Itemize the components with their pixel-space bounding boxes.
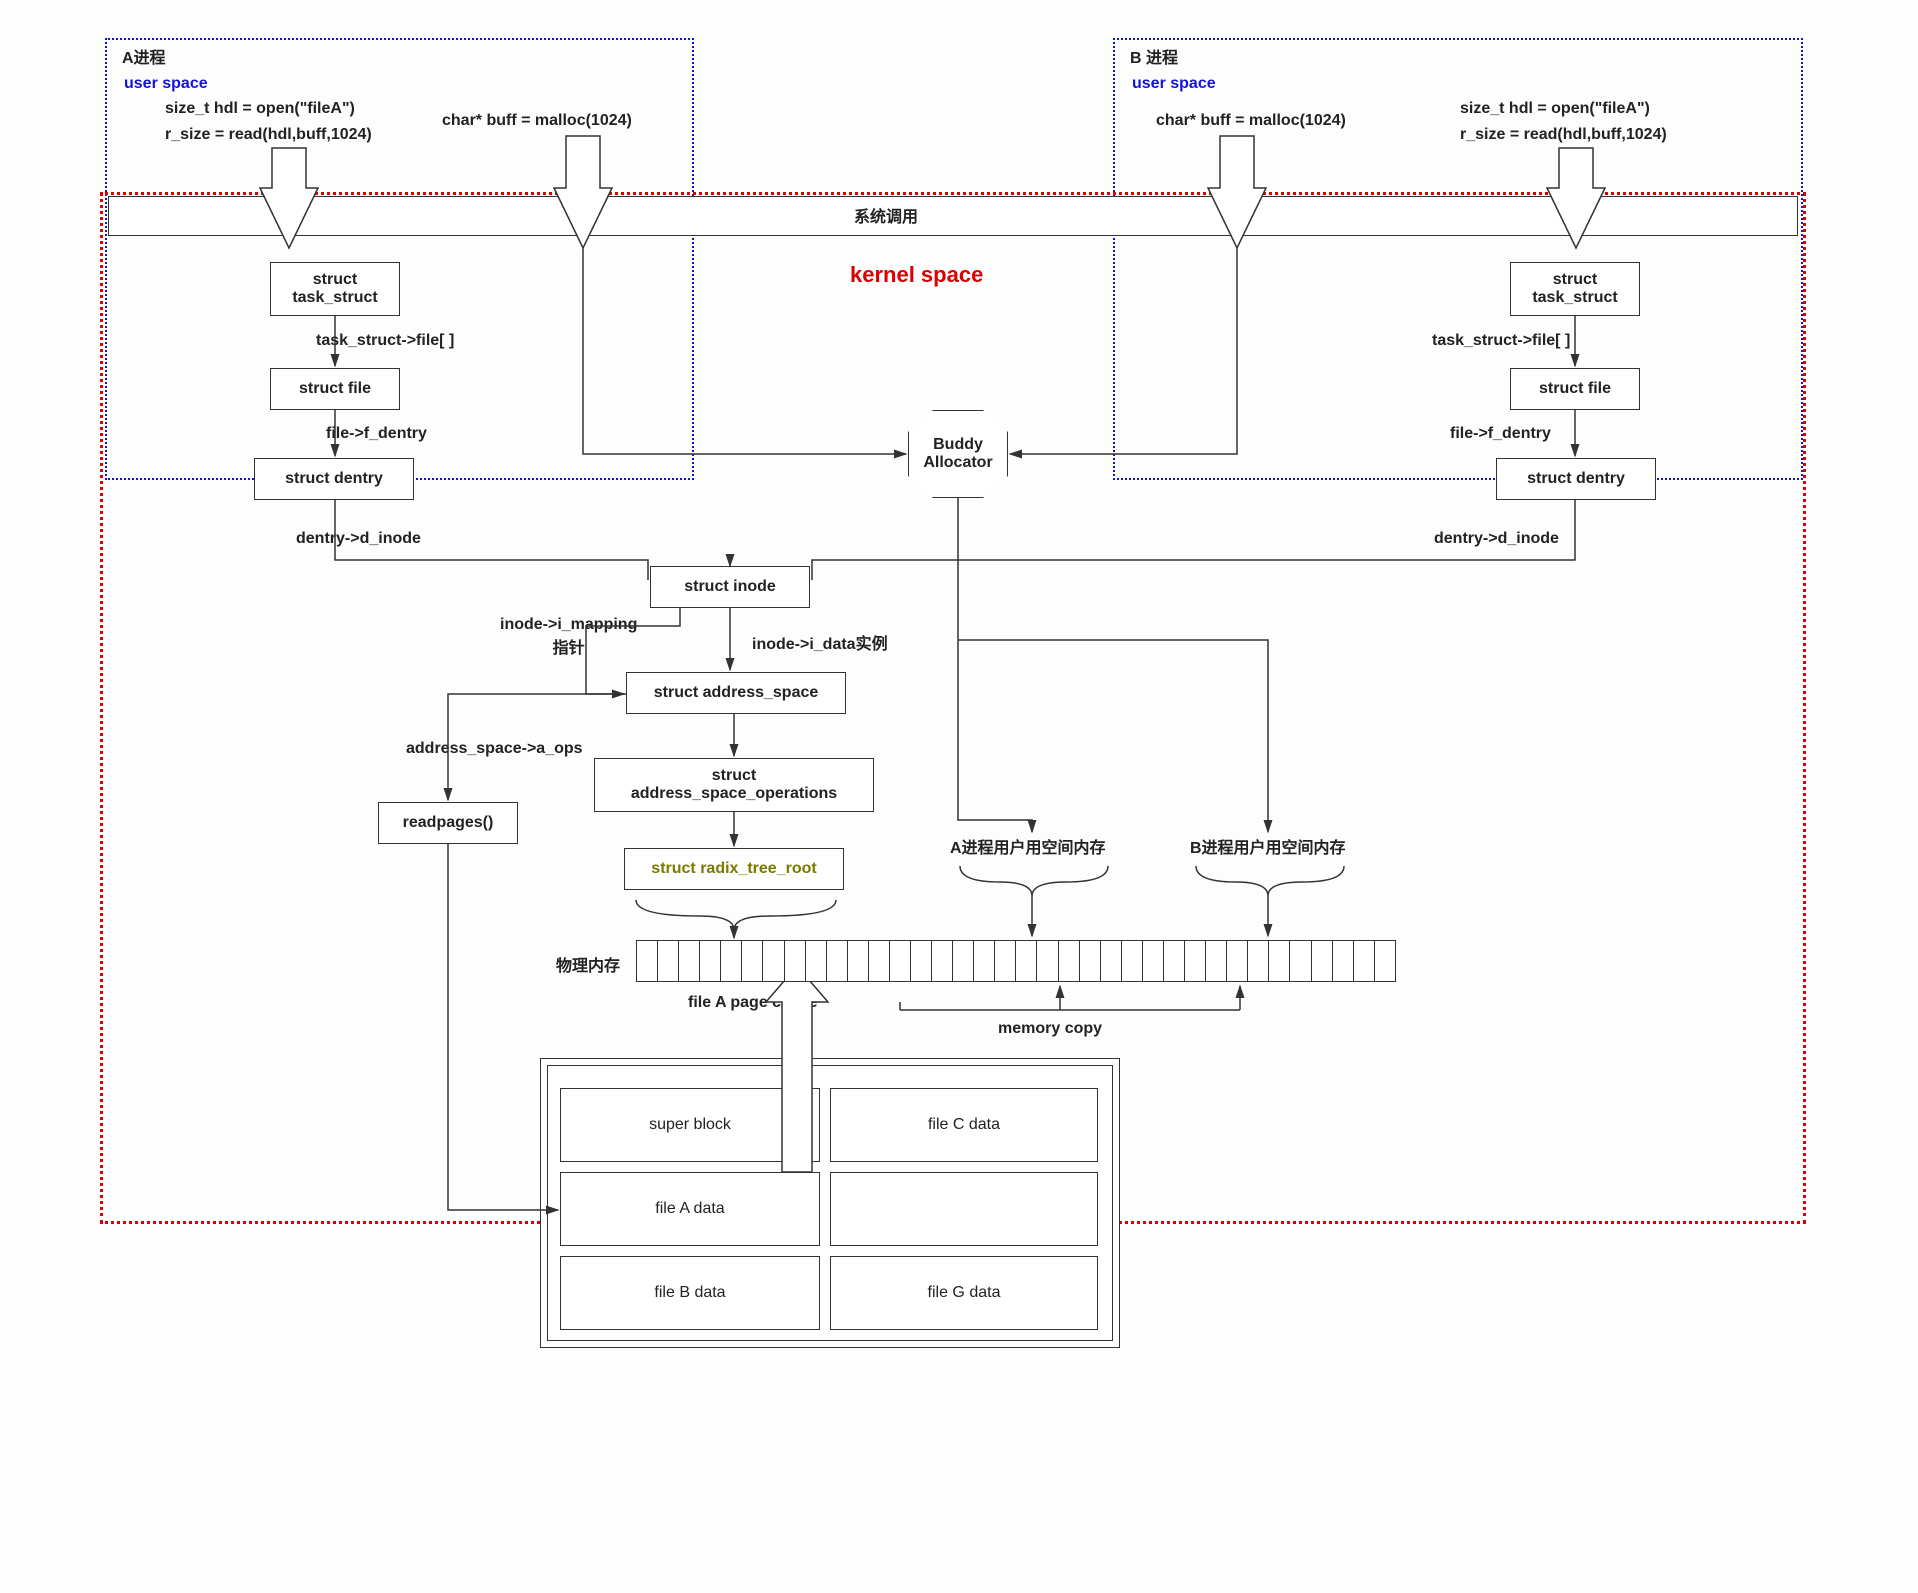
memory-cell [1312,941,1333,981]
memory-cell [700,941,721,981]
memory-cell [827,941,848,981]
memory-cell [1143,941,1164,981]
inode: struct inode [650,566,810,608]
process-a-title: A进程 [122,44,166,68]
a-task-struct: struct task_struct [270,262,400,316]
memory-cell [1206,941,1227,981]
disk-fileG: file G data [830,1256,1098,1330]
a-ops-label: address_space->a_ops [406,740,583,758]
procB-mem-label: B进程用户用空间内存 [1190,834,1346,858]
a-task-to-file: task_struct->file[ ] [316,332,454,350]
process-b-malloc: char* buff = malloc(1024) [1156,112,1346,130]
memory-cell [1080,941,1101,981]
disk-fileB: file B data [560,1256,820,1330]
disk-fileA: file A data [560,1172,820,1246]
memory-cell [1375,941,1395,981]
process-b-userspace: user space [1132,75,1216,93]
syscall-label: 系统调用 [854,203,918,227]
memory-cell [953,941,974,981]
memory-cell [995,941,1016,981]
memory-cell [1164,941,1185,981]
b-file-to-dentry: file->f_dentry [1450,425,1551,443]
address-space: struct address_space [626,672,846,714]
memory-cell [1227,941,1248,981]
buddy-allocator: Buddy Allocator [908,410,1008,498]
file-cache-label: file A page cache [688,994,818,1012]
b-file: struct file [1510,368,1640,410]
process-a-open: size_t hdl = open("fileA") [165,100,355,118]
memory-cell [1185,941,1206,981]
memory-cell [742,941,763,981]
disk-fileC: file C data [830,1088,1098,1162]
memory-cell [911,941,932,981]
memory-cell [806,941,827,981]
memcopy-label: memory copy [998,1020,1102,1038]
b-task-struct: struct task_struct [1510,262,1640,316]
memory-cell [1333,941,1354,981]
process-a-read: r_size = read(hdl,buff,1024) [165,126,372,144]
memory-cell [1269,941,1290,981]
a-file-to-dentry: file->f_dentry [326,425,427,443]
process-a-userspace: user space [124,75,208,93]
procA-mem-label: A进程用户用空间内存 [950,834,1106,858]
a-file: struct file [270,368,400,410]
memory-cell [1016,941,1037,981]
memory-cell [869,941,890,981]
b-dentry: struct dentry [1496,458,1656,500]
i-mapping: inode->i_mapping 指针 [500,616,637,658]
memory-cell [1248,941,1269,981]
syscall-bar [108,196,1798,236]
readpages: readpages() [378,802,518,844]
i-data: inode->i_data实例 [752,630,888,654]
memory-cell [763,941,784,981]
memory-cell [1059,941,1080,981]
memory-cell [679,941,700,981]
b-dentry-to-inode: dentry->d_inode [1434,530,1559,548]
disk-EF-outer [830,1172,1098,1246]
a-dentry: struct dentry [254,458,414,500]
process-b-open: size_t hdl = open("fileA") [1460,100,1650,118]
memory-cell [848,941,869,981]
process-a-malloc: char* buff = malloc(1024) [442,112,632,130]
memory-cell [1290,941,1311,981]
memory-cell [1354,941,1375,981]
a-ops-box: struct address_space_operations [594,758,874,812]
disk-super: super block [560,1088,820,1162]
memory-cell [721,941,742,981]
a-dentry-to-inode: dentry->d_inode [296,530,421,548]
memory-cell [785,941,806,981]
memory-cell [932,941,953,981]
process-b-read: r_size = read(hdl,buff,1024) [1460,126,1667,144]
process-b-title: B 进程 [1130,44,1178,68]
radix-root: struct radix_tree_root [624,848,844,890]
memory-cell [1101,941,1122,981]
memory-cell [1037,941,1058,981]
b-task-to-file: task_struct->file[ ] [1432,332,1570,350]
phys-mem-label: 物理内存 [556,952,620,976]
memory-cell [974,941,995,981]
memory-cell [637,941,658,981]
kernel-space-label: kernel space [850,262,983,288]
memory-cell [890,941,911,981]
memory-strip [636,940,1396,982]
memory-cell [1122,941,1143,981]
memory-cell [658,941,679,981]
